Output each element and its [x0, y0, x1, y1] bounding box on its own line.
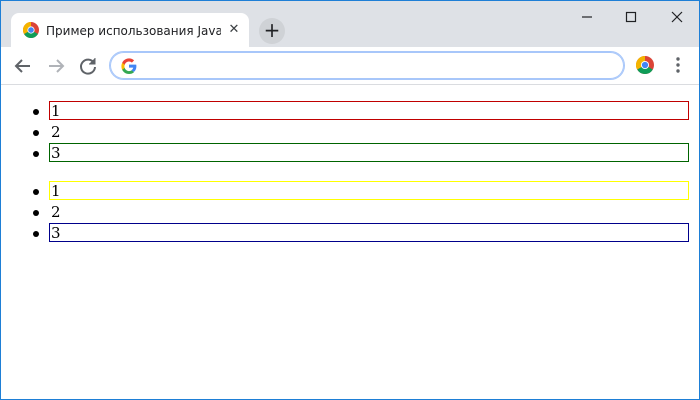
google-g-icon	[121, 58, 137, 74]
bullet-icon	[33, 189, 39, 195]
browser-window: Пример использования JavaScript ✕ +	[0, 0, 700, 400]
tab-title: Пример использования JavaScript	[46, 24, 221, 38]
chrome-favicon-icon	[23, 22, 39, 38]
list-item-text: 2	[51, 203, 61, 221]
maximize-icon	[625, 11, 637, 23]
minimize-button[interactable]	[567, 5, 607, 29]
minimize-icon	[582, 16, 592, 18]
second-list: 1 2 3	[1, 181, 699, 244]
bullet-icon	[33, 130, 39, 136]
reload-icon[interactable]	[75, 53, 101, 79]
list-item: 2	[1, 122, 699, 143]
list-item: 2	[1, 202, 699, 223]
list-item-text: 3	[49, 223, 689, 242]
address-bar[interactable]	[109, 51, 625, 80]
back-arrow-icon[interactable]	[10, 53, 36, 79]
address-input[interactable]	[146, 56, 610, 78]
title-bar: Пример использования JavaScript ✕ +	[1, 1, 699, 47]
bullet-icon	[33, 109, 39, 115]
browser-tab[interactable]: Пример использования JavaScript ✕	[11, 13, 249, 47]
more-vert-icon[interactable]	[671, 53, 685, 77]
list-item-text: 3	[49, 143, 689, 162]
list-item: 1	[1, 181, 699, 202]
bullet-icon	[33, 210, 39, 216]
forward-arrow-icon[interactable]	[43, 53, 69, 79]
bullet-icon	[33, 151, 39, 157]
list-item-text: 1	[49, 101, 689, 120]
chrome-profile-icon[interactable]	[636, 56, 654, 74]
list-item: 1	[1, 101, 699, 122]
tab-close-icon[interactable]: ✕	[225, 21, 243, 39]
bullet-icon	[33, 231, 39, 237]
new-tab-button[interactable]: +	[259, 18, 285, 44]
maximize-button[interactable]	[611, 5, 651, 29]
first-list: 1 2 3	[1, 101, 699, 164]
list-item: 3	[1, 223, 699, 244]
page-content: 1 2 3 1 2 3	[1, 85, 699, 399]
close-icon	[671, 11, 683, 23]
browser-toolbar	[1, 47, 699, 85]
list-item: 3	[1, 143, 699, 164]
list-item-text: 1	[49, 181, 689, 200]
close-window-button[interactable]	[657, 5, 697, 29]
list-item-text: 2	[51, 123, 61, 141]
